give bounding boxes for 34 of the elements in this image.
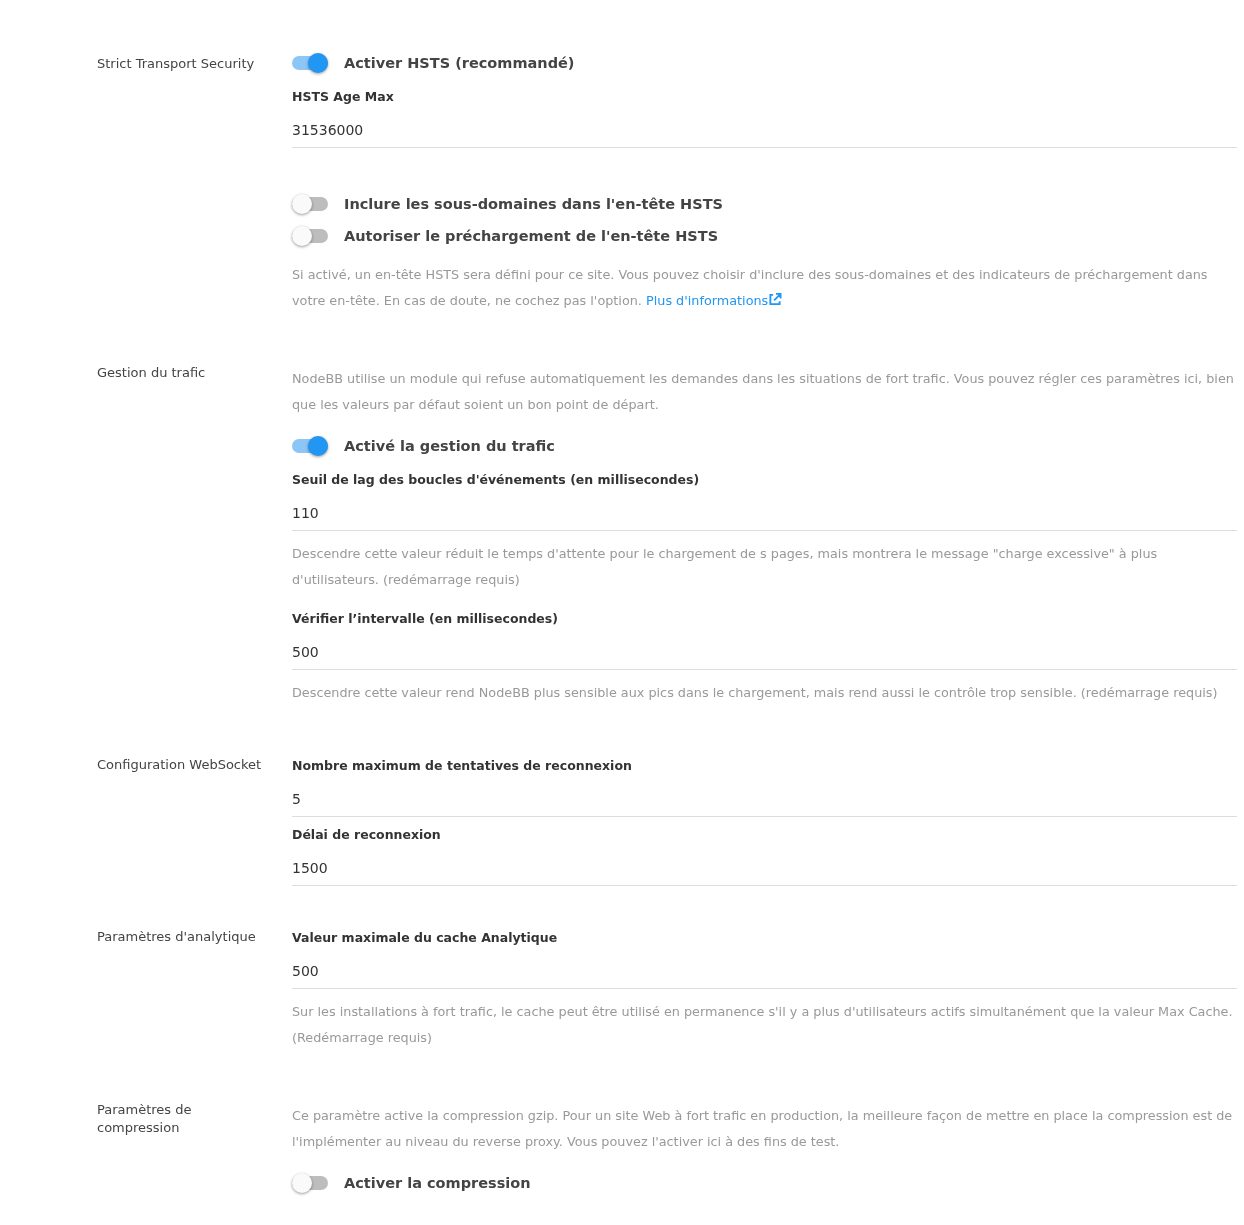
external-link-icon	[768, 293, 783, 306]
input-field[interactable]: 1500	[292, 852, 1237, 886]
section-label: Paramètres de compression	[97, 1101, 193, 1137]
input-field[interactable]: 31536000	[292, 114, 1237, 148]
help-text: Descendre cette valeur réduit le temps d'attente pour le chargement de s pages, mais montrera le message "charge excessive" à plus d'utilisateurs. (redémarrage requis)	[292, 545, 1159, 589]
field-label: Vérifier l’intervalle (en millisecondes)	[292, 610, 559, 628]
section-label: Gestion du trafic	[97, 364, 207, 382]
toggle-label: Activé la gestion du trafic	[344, 438, 555, 454]
field-label: HSTS Age Max	[292, 88, 395, 106]
help-text: Descendre cette valeur rend NodeBB plus sensible aux pics dans le chargement, mais rend aussi le contrôle trop sensible. (redémarrage requis)	[292, 684, 1219, 702]
toggle-switch[interactable]	[292, 56, 328, 70]
section-label: Strict Transport Security	[97, 55, 256, 73]
toggle-label: Autoriser le préchargement de l'en-tête HSTS	[344, 228, 719, 244]
toggle-label: Activer la compression	[344, 1175, 531, 1191]
toggle-switch[interactable]	[292, 439, 328, 453]
toggle-switch[interactable]	[292, 197, 328, 211]
field-label: Nombre maximum de tentatives de reconnexion	[292, 757, 633, 775]
input-field[interactable]: 5	[292, 783, 1237, 817]
section-label: Configuration WebSocket	[97, 756, 263, 774]
field-label: Valeur maximale du cache Analytique	[292, 929, 559, 947]
help-text: NodeBB utilise un module qui refuse automatiquement les demandes dans les situations de fort trafic. Vous pouvez régler ces paramètres ici, bien que les valeurs par défaut soient un bon point de départ.	[292, 370, 1235, 414]
help-text: Ce paramètre active la compression gzip. Pour un site Web à fort trafic en production, la meilleure façon de mettre en place la compression est de l'implémenter au niveau du reverse proxy. Vous pouvez l'activer ici à des fins de test.	[292, 1107, 1234, 1151]
input-field[interactable]: 500	[292, 636, 1237, 670]
toggle-switch[interactable]	[292, 1176, 328, 1190]
input-field[interactable]: 500	[292, 955, 1237, 989]
input-field[interactable]: 110	[292, 497, 1237, 531]
section-label: Paramètres d'analytique	[97, 928, 257, 946]
field-label: Délai de reconnexion	[292, 826, 442, 844]
help-text: Sur les installations à fort trafic, le cache peut être utilisé en permanence s'il y a plus d'utilisateurs actifs simultanément que la valeur Max Cache. (Redémarrage requis)	[292, 1003, 1234, 1047]
field-label: Seuil de lag des boucles d'événements (en millisecondes)	[292, 471, 701, 489]
help-text: Si activé, un en-tête HSTS sera défini pour ce site. Vous pouvez choisir d'inclure des sous-domaines et des indicateurs de préchargement dans votre en-tête. En cas de doute, ne cochez pas l'option. Plus d'informations	[292, 266, 1209, 310]
toggle-label: Inclure les sous-domaines dans l'en-tête HSTS	[344, 196, 723, 212]
toggle-switch[interactable]	[292, 229, 328, 243]
toggle-label: Activer HSTS (recommandé)	[344, 55, 575, 71]
